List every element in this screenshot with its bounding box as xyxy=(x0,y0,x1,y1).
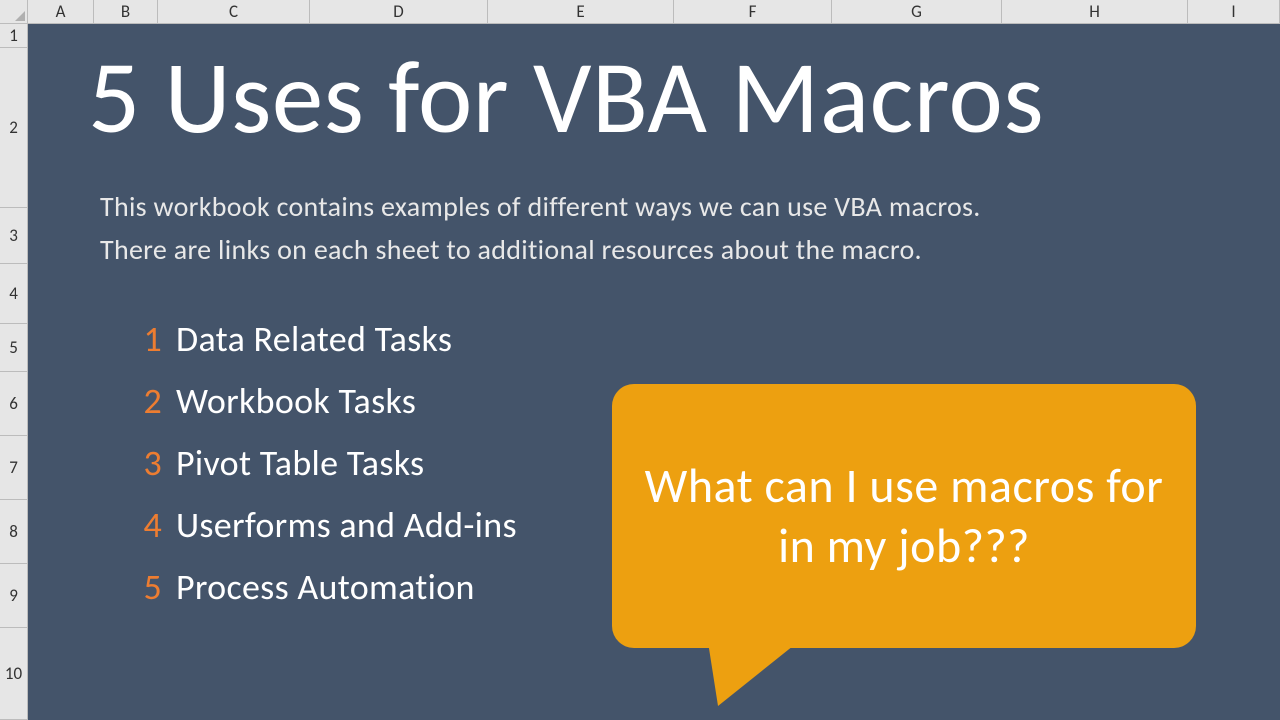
row-header-4[interactable]: 4 xyxy=(0,264,28,324)
list-text: Userforms and Add-ins xyxy=(176,494,517,556)
row-header-2[interactable]: 2 xyxy=(0,48,28,208)
desc-line-2: There are links on each sheet to additio… xyxy=(100,228,1280,271)
list-text: Pivot Table Tasks xyxy=(176,432,424,494)
col-header-D[interactable]: D xyxy=(310,0,488,24)
row-header-9[interactable]: 9 xyxy=(0,564,28,628)
callout-text: What can I use macros for in my job??? xyxy=(642,456,1166,576)
row-headers-col: 1 2 3 4 5 6 7 8 9 10 xyxy=(0,24,28,720)
list-text: Workbook Tasks xyxy=(176,370,416,432)
column-headers-row: A B C D E F G H I xyxy=(0,0,1280,24)
page-title: 5 Uses for VBA Macros xyxy=(88,46,1280,149)
col-header-A[interactable]: A xyxy=(28,0,94,24)
list-text: Data Related Tasks xyxy=(176,308,452,370)
cells-area[interactable]: 5 Uses for VBA Macros This workbook cont… xyxy=(28,24,1280,720)
speech-callout-tail-icon xyxy=(708,642,798,706)
col-header-G[interactable]: G xyxy=(832,0,1002,24)
speech-callout[interactable]: What can I use macros for in my job??? xyxy=(612,384,1196,648)
desc-line-1: This workbook contains examples of diffe… xyxy=(100,185,1280,228)
content-panel: 5 Uses for VBA Macros This workbook cont… xyxy=(28,24,1280,720)
row-header-6[interactable]: 6 xyxy=(0,372,28,436)
col-header-I[interactable]: I xyxy=(1188,0,1280,24)
list-number: 1 xyxy=(128,308,162,370)
list-number: 5 xyxy=(128,556,162,618)
description: This workbook contains examples of diffe… xyxy=(100,185,1280,272)
select-all-corner[interactable] xyxy=(0,0,28,24)
list-item: 1 Data Related Tasks xyxy=(128,308,1280,370)
row-header-1[interactable]: 1 xyxy=(0,24,28,48)
col-header-C[interactable]: C xyxy=(158,0,310,24)
row-header-7[interactable]: 7 xyxy=(0,436,28,500)
col-header-F[interactable]: F xyxy=(674,0,832,24)
list-text: Process Automation xyxy=(176,556,475,618)
row-header-10[interactable]: 10 xyxy=(0,628,28,720)
row-header-8[interactable]: 8 xyxy=(0,500,28,564)
row-header-5[interactable]: 5 xyxy=(0,324,28,372)
col-header-E[interactable]: E xyxy=(488,0,674,24)
col-header-H[interactable]: H xyxy=(1002,0,1188,24)
col-header-B[interactable]: B xyxy=(94,0,158,24)
list-number: 4 xyxy=(128,494,162,556)
spreadsheet-grid: A B C D E F G H I 1 2 3 4 5 6 7 8 9 10 5… xyxy=(0,0,1280,720)
list-number: 2 xyxy=(128,370,162,432)
row-header-3[interactable]: 3 xyxy=(0,208,28,264)
list-number: 3 xyxy=(128,432,162,494)
